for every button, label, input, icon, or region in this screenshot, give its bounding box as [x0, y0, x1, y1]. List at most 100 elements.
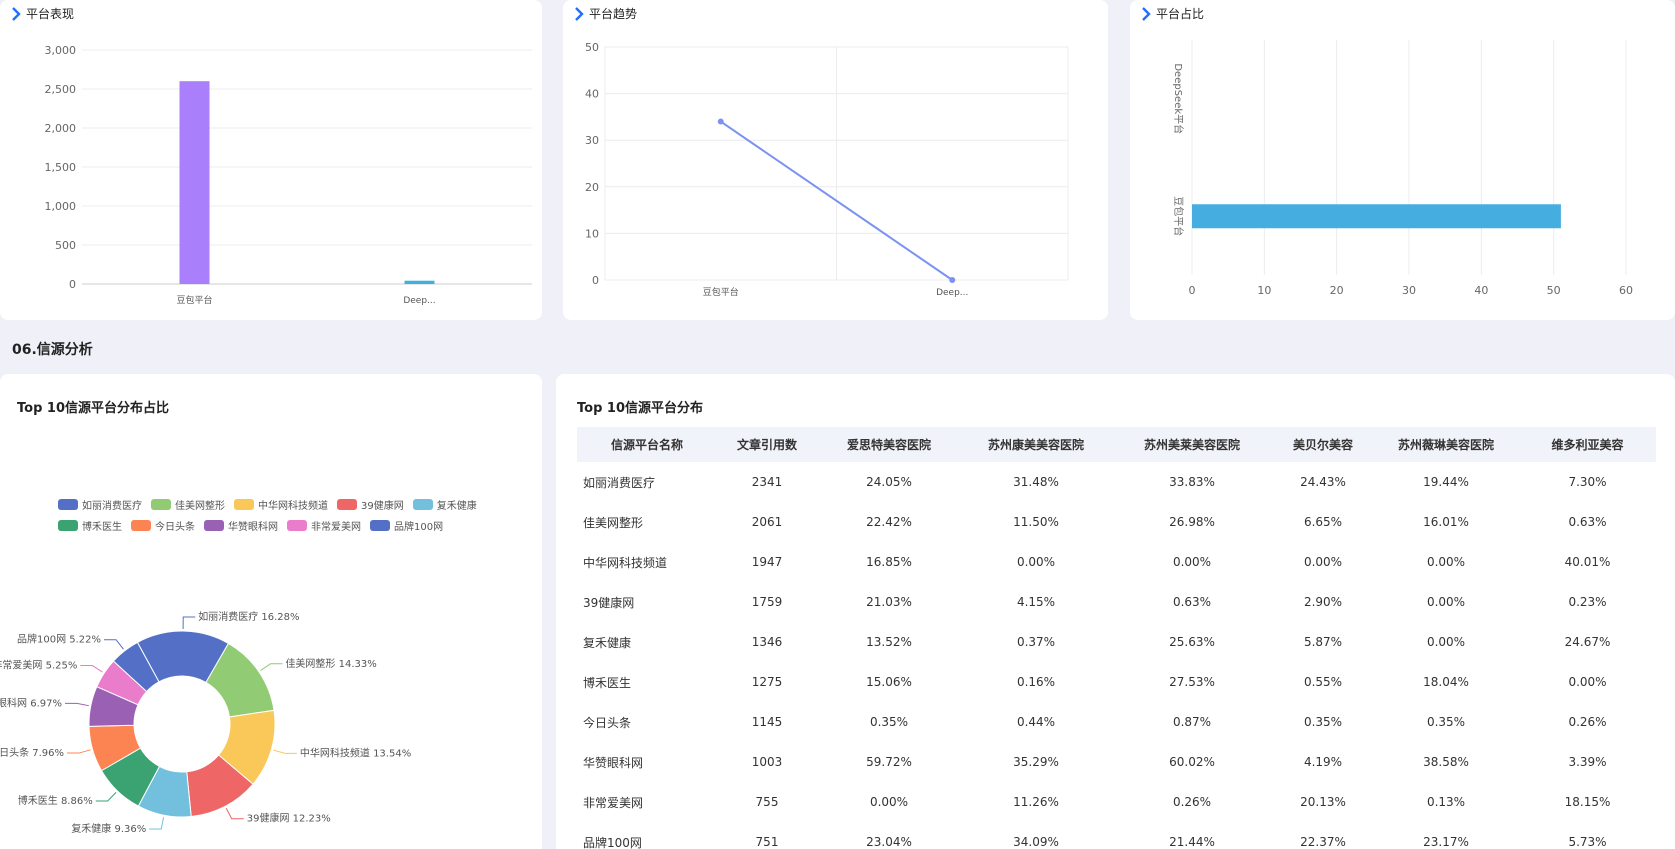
- y-tick-label: 20: [585, 181, 599, 194]
- x-tick-label: 豆包平台: [703, 286, 739, 298]
- legend-swatch: [58, 499, 78, 510]
- table-cell: 0.13%: [1426, 795, 1466, 809]
- table-cell: 22.37%: [1300, 835, 1346, 849]
- table-header-row: 信源平台名称 文章引用数 爱思特美容医院 苏州康美美容医院 苏州美莱美容医院 美贝尔美容苏…: [577, 427, 1656, 462]
- table-cell: 13.52%: [866, 635, 912, 649]
- platform-performance-bar-chart[interactable]: 3,000 2,500 2,000 1,500 1,000 500 0 豆包平台 Deep...: [0, 0, 542, 320]
- legend-item[interactable]: 复禾健康: [412, 497, 477, 512]
- table-cell: 0.35%: [1303, 715, 1343, 729]
- table-cell: 0.63%: [1568, 515, 1607, 529]
- legend-item[interactable]: 如丽消费医疗: [58, 497, 142, 512]
- table-cell: 中华网科技频道: [583, 555, 668, 570]
- table-row[interactable]: 品牌100网 751 23.04% 34.09% 21.44% 22.37% 23.17% 5…: [577, 822, 1656, 849]
- table-cell: 4.15%: [1016, 595, 1056, 609]
- slice-label: 佳美网整形 14.33%: [285, 657, 376, 670]
- source-share-title: Top 10信源平台分布占比: [17, 401, 169, 416]
- table-row[interactable]: 今日头条 1145 0.35% 0.44% 0.87% 0.35% 0.35% 0.26%: [577, 702, 1656, 742]
- table-cell: 15.06%: [866, 675, 912, 689]
- table-cell: 复禾健康: [583, 635, 632, 650]
- legend-swatch: [151, 499, 171, 510]
- label-leader-line: [225, 807, 244, 820]
- table-cell: 1003: [751, 755, 783, 769]
- table-cell: 59.72%: [866, 755, 912, 769]
- slice-label: 如丽消费医疗 16.28%: [198, 610, 299, 623]
- table-cell: 0.00%: [1426, 555, 1466, 569]
- column-header[interactable]: 爱思特美容医院: [817, 427, 961, 462]
- table-row[interactable]: 非常爱美网 755 0.00% 11.26% 0.26% 20.13% 0.13% 18.15…: [577, 782, 1656, 822]
- table-cell: 0.35%: [1426, 715, 1466, 729]
- platform-trend-line-chart[interactable]: 50 40 30 20 10 0 豆包平台 Deep...: [563, 0, 1108, 320]
- table-cell: 16.85%: [866, 555, 912, 569]
- source-share-donut-chart[interactable]: 如丽消费医疗 16.28% 佳美网整形 14.33% 中华网科技频道 13.54% 3…: [0, 519, 542, 849]
- table-row[interactable]: 博禾医生 1275 15.06% 0.16% 27.53% 0.55% 18.04% 0.00…: [577, 662, 1656, 702]
- source-table: 信源平台名称 文章引用数 爱思特美容医院 苏州康美美容医院 苏州美莱美容医院 美贝尔美容苏…: [577, 427, 1656, 849]
- x-tick-label: Deep...: [403, 296, 435, 306]
- table-cell: 25.63%: [1169, 635, 1215, 649]
- table-cell: 0.35%: [869, 715, 909, 729]
- column-header[interactable]: 苏州康美美容医院: [961, 427, 1111, 462]
- y-tick-label: 0: [69, 278, 76, 291]
- x-tick-label: 0: [1189, 284, 1196, 297]
- table-cell: 0.00%: [1016, 555, 1056, 569]
- table-cell: 22.42%: [866, 515, 912, 529]
- x-tick-label: 20: [1330, 284, 1344, 297]
- legend-item[interactable]: 佳美网整形: [151, 497, 225, 512]
- table-cell: 1275: [751, 675, 783, 689]
- table-row[interactable]: 佳美网整形 2061 22.42% 11.50% 26.98% 6.65% 16.01% 0.…: [577, 502, 1656, 542]
- x-tick-label: 10: [1257, 284, 1271, 297]
- y-tick-label: 2,000: [45, 122, 77, 135]
- table-cell: 60.02%: [1169, 755, 1215, 769]
- table-cell: 35.29%: [1013, 755, 1059, 769]
- table-cell: 0.00%: [1303, 555, 1343, 569]
- table-cell: 11.50%: [1013, 515, 1059, 529]
- table-cell: 16.01%: [1423, 515, 1469, 529]
- legend-swatch: [412, 499, 433, 510]
- table-cell: 39健康网: [583, 595, 635, 610]
- y-tick-label: 50: [585, 41, 599, 54]
- data-point: [717, 118, 724, 125]
- table-cell: 1145: [751, 715, 783, 729]
- label-leader-line: [67, 749, 91, 754]
- table-cell: 18.04%: [1423, 675, 1469, 689]
- label-leader-line: [65, 702, 89, 707]
- table-cell: 0.26%: [1172, 795, 1212, 809]
- table-cell: 0.00%: [1426, 635, 1466, 649]
- x-tick-label: 60: [1619, 284, 1633, 297]
- table-cell: 11.26%: [1013, 795, 1059, 809]
- y-tick-label: 40: [585, 88, 599, 101]
- x-tick-label: 豆包平台: [176, 294, 212, 306]
- legend-item[interactable]: 39健康网: [337, 497, 404, 512]
- legend-label: 佳美网整形: [175, 501, 225, 512]
- column-header[interactable]: 美贝尔美容: [1273, 427, 1373, 462]
- slice-label: 华赞眼科网 6.97%: [0, 696, 62, 709]
- table-cell: 2061: [751, 515, 783, 529]
- table-cell: 2.90%: [1303, 595, 1343, 609]
- column-header[interactable]: 维多利亚美容: [1519, 427, 1656, 462]
- table-cell: 5.73%: [1568, 835, 1607, 849]
- table-cell: 20.13%: [1300, 795, 1346, 809]
- table-cell: 非常爱美网: [583, 795, 644, 810]
- y-tick-label: 1,000: [45, 200, 77, 213]
- table-cell: 1346: [751, 635, 783, 649]
- table-cell: 4.19%: [1303, 755, 1343, 769]
- table-row[interactable]: 如丽消费医疗 2341 24.05% 31.48% 33.83% 24.43% 19.44%…: [577, 462, 1656, 502]
- column-header[interactable]: 苏州美莱美容医院: [1111, 427, 1273, 462]
- table-cell: 0.44%: [1016, 715, 1056, 729]
- y-tick-label: 0: [592, 274, 599, 287]
- table-row[interactable]: 中华网科技频道 1947 16.85% 0.00% 0.00% 0.00% 0.00% 40.…: [577, 542, 1656, 582]
- legend-item[interactable]: 中华网科技频道: [234, 497, 328, 512]
- table-cell: 华赞眼科网: [583, 755, 644, 770]
- column-header[interactable]: 文章引用数: [717, 427, 817, 462]
- table-cell: 33.83%: [1169, 475, 1215, 489]
- table-cell: 2341: [751, 475, 783, 489]
- column-header[interactable]: 苏州薇琳美容医院: [1373, 427, 1519, 462]
- column-header[interactable]: 信源平台名称: [577, 427, 717, 462]
- table-cell: 19.44%: [1423, 475, 1469, 489]
- source-table-title: Top 10信源平台分布: [577, 401, 703, 416]
- table-cell: 18.15%: [1564, 795, 1611, 809]
- platform-share-bar-chart[interactable]: 0 10 20 30 40 50 60 DeepSeek平台豆包平台: [1130, 0, 1675, 320]
- table-row[interactable]: 复禾健康 1346 13.52% 0.37% 25.63% 5.87% 0.00% 24.67…: [577, 622, 1656, 662]
- x-tick-label: Deep...: [936, 288, 968, 298]
- table-row[interactable]: 39健康网 1759 21.03% 4.15% 0.63% 2.90% 0.00% 0.23%: [577, 582, 1656, 622]
- table-row[interactable]: 华赞眼科网 1003 59.72% 35.29% 60.02% 4.19% 38.58% 3.…: [577, 742, 1656, 782]
